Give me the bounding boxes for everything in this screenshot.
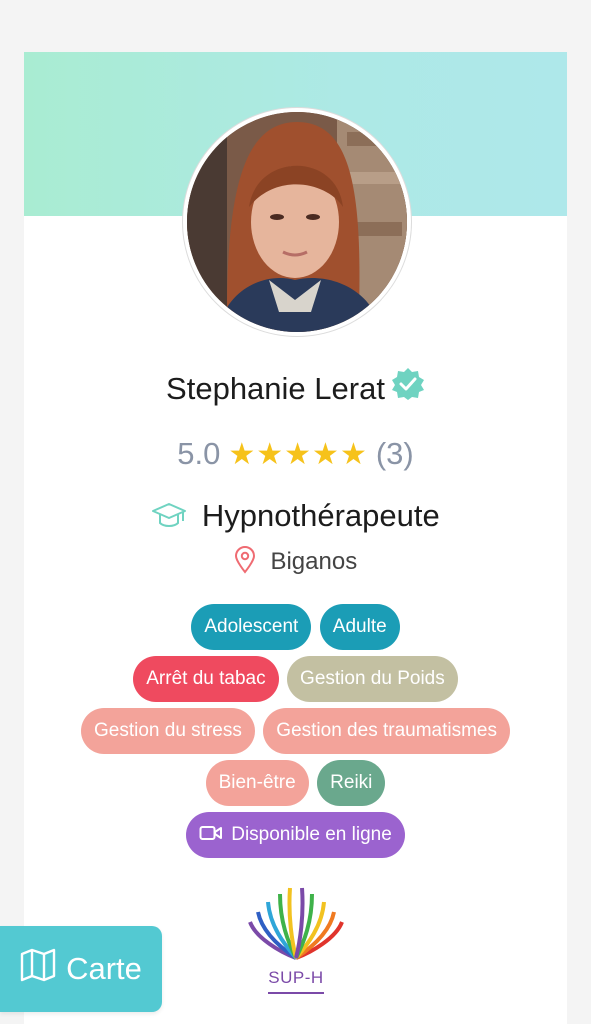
tag-bien-etre[interactable]: Bien-être (205, 760, 309, 806)
review-count: (3) (375, 436, 414, 471)
tag-online[interactable]: Disponible en ligne (186, 812, 405, 858)
logo-underline (268, 992, 324, 994)
rating-row[interactable]: 5.0 ★★★★★ (3) (24, 436, 567, 472)
sup-h-logo: SUP-H (246, 886, 346, 996)
profession: Hypnothérapeute (201, 498, 440, 533)
location-text: Biganos (270, 548, 358, 575)
tag-adolescent[interactable]: Adolescent (191, 604, 312, 650)
profession-row: Hypnothérapeute (24, 498, 567, 534)
tag-arret-tabac[interactable]: Arrêt du tabac (133, 656, 279, 702)
profile-name-row: Stephanie Lerat (24, 367, 567, 412)
tag-gestion-traumatismes[interactable]: Gestion des traumatismes (263, 708, 510, 754)
location-row: Biganos (24, 545, 567, 577)
map-button-label: Carte (66, 951, 142, 986)
avatar (183, 108, 411, 336)
map-icon (20, 948, 66, 990)
tag-gestion-stress[interactable]: Gestion du stress (81, 708, 255, 754)
logo-text: SUP-H (268, 968, 324, 987)
tag-reiki[interactable]: Reiki (317, 760, 386, 806)
tag-gestion-poids[interactable]: Gestion du Poids (287, 656, 458, 702)
location-pin-icon (234, 545, 271, 575)
graduation-cap-icon (151, 498, 202, 533)
tag-adulte[interactable]: Adulte (319, 604, 400, 650)
verified-badge-icon (391, 367, 425, 409)
tag-row-1: Adolescent Adulte (24, 604, 567, 650)
tag-row-3: Gestion du stress Gestion des traumatism… (24, 708, 567, 754)
rating-stars-icon: ★★★★★ (228, 438, 368, 471)
online-label: Disponible en ligne (231, 824, 392, 845)
rating-value: 5.0 (177, 436, 221, 471)
tag-row-2: Arrêt du tabac Gestion du Poids (24, 656, 567, 702)
profile-name: Stephanie Lerat (166, 371, 385, 407)
map-button[interactable]: Carte (0, 926, 162, 1012)
tag-row-5: Disponible en ligne (24, 812, 567, 858)
tag-row-4: Bien-être Reiki (24, 760, 567, 806)
video-camera-icon (199, 824, 231, 845)
profile-card: Stephanie Lerat 5.0 ★★★★★ (3) Hypnothérape… (24, 52, 567, 1024)
